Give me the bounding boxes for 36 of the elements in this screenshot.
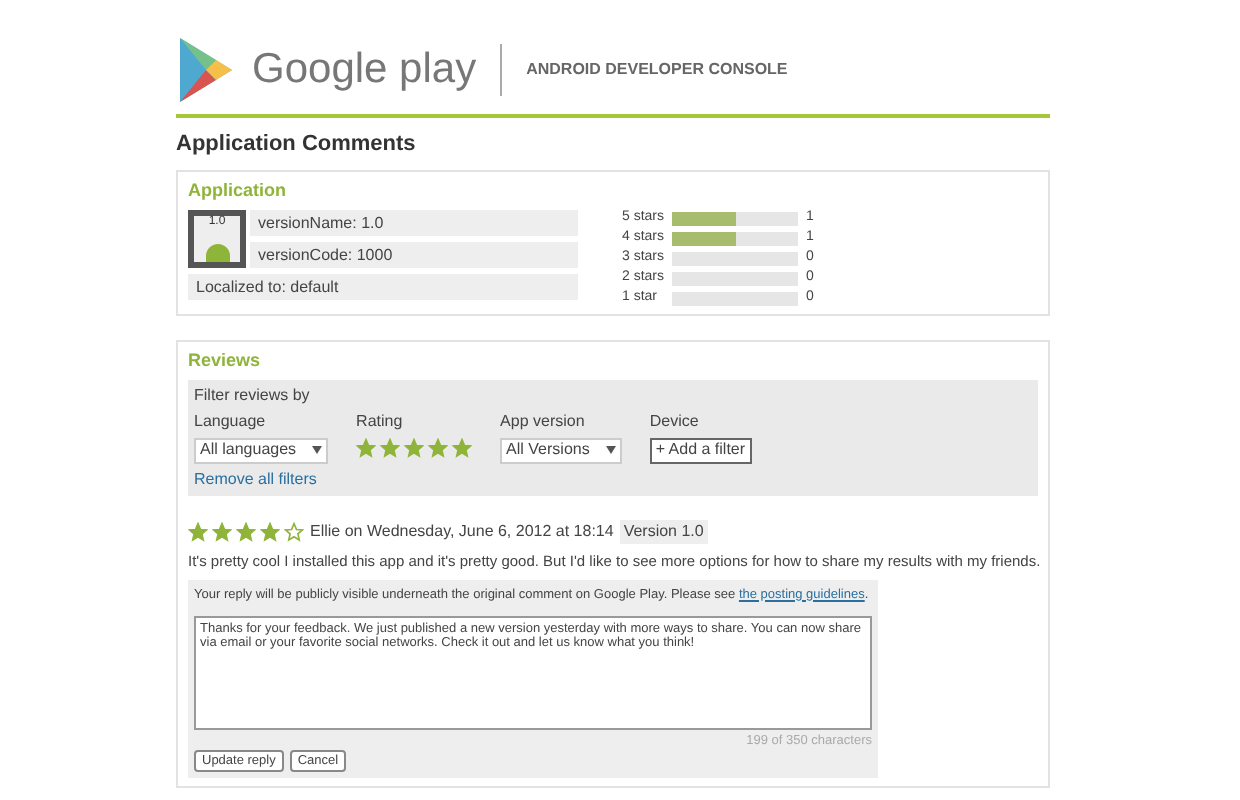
- caret-icon: [312, 446, 323, 454]
- caret-icon: [605, 446, 616, 454]
- panel-title: Reviews: [188, 348, 263, 374]
- add-filter-button[interactable]: + Add a filter: [649, 437, 752, 463]
- rating-bar: [672, 292, 798, 306]
- filter-label: App version: [500, 409, 587, 433]
- remove-filters-link[interactable]: Remove all filters: [194, 467, 1032, 491]
- star-icon: [284, 521, 304, 541]
- rating-bar: [672, 272, 798, 286]
- star-icon: [356, 437, 377, 457]
- filter-label: Device: [649, 409, 701, 433]
- brand-name: Google play: [252, 44, 477, 97]
- star-icon: [212, 521, 232, 541]
- page-title: Application Comments: [176, 130, 418, 160]
- filter-heading: Filter reviews by: [194, 383, 312, 407]
- star-icon: [260, 521, 280, 541]
- review-byline: Ellie on Wednesday, June 6, 2012 at 18:14: [310, 519, 614, 543]
- panel-title: Application: [188, 177, 288, 204]
- star-icon: [452, 437, 473, 457]
- star-icon: [188, 521, 208, 541]
- star-icon: [380, 437, 401, 457]
- filter-label: Language: [194, 409, 268, 433]
- star-icon: [428, 437, 449, 457]
- star-icon: [236, 521, 256, 541]
- star-icon: [404, 437, 425, 457]
- filter-label: Rating: [356, 409, 405, 433]
- version-tag: Version 1.0: [619, 519, 708, 543]
- version-name: versionName: 1.0: [250, 210, 578, 236]
- localized-label: Localized to: default: [188, 274, 578, 300]
- version-code: versionCode: 1000: [250, 242, 578, 268]
- console-title: ANDROID DEVELOPER CONSOLE: [526, 58, 788, 82]
- dropdown[interactable]: All languages: [194, 437, 329, 463]
- android-icon: [205, 244, 229, 262]
- play-logo-icon: [176, 36, 236, 104]
- dropdown[interactable]: All Versions: [500, 437, 622, 463]
- rating-bar: [672, 252, 798, 266]
